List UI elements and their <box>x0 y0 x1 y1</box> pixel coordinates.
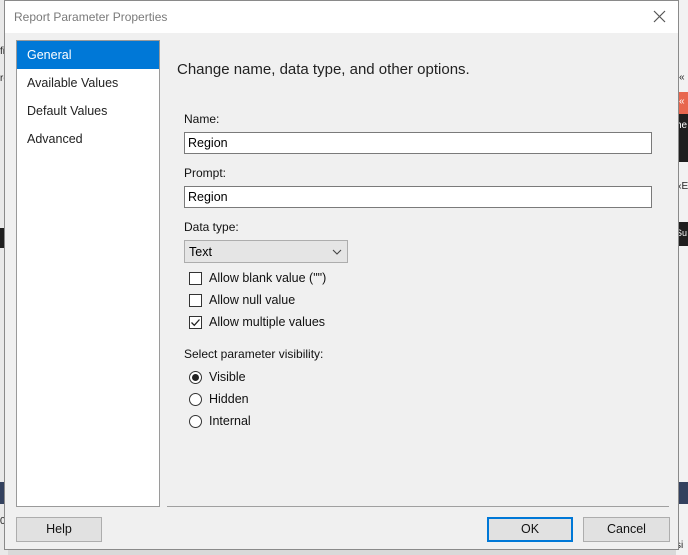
background-text: « <box>679 96 685 107</box>
allow-null-label: Allow null value <box>209 293 296 307</box>
hidden-option-label: Hidden <box>209 392 249 406</box>
allow-blank-label: Allow blank value ("") <box>209 271 327 285</box>
name-label: Name: <box>184 112 220 126</box>
name-input[interactable] <box>184 132 652 154</box>
visibility-label: Select parameter visibility: <box>184 347 324 361</box>
page-navigation-list: General Available Values Default Values … <box>16 40 160 507</box>
checkbox-box <box>189 272 202 285</box>
background-text: « <box>679 72 685 83</box>
data-type-selected-value: Text <box>189 245 212 259</box>
nav-item-default-values[interactable]: Default Values <box>17 97 159 125</box>
page-heading: Change name, data type, and other option… <box>177 61 470 78</box>
prompt-label: Prompt: <box>184 166 227 180</box>
close-icon <box>653 10 666 23</box>
visible-option-label: Visible <box>209 370 246 384</box>
prompt-input[interactable] <box>184 186 652 208</box>
data-type-dropdown[interactable]: Text <box>184 240 348 263</box>
report-parameter-properties-dialog: Report Parameter Properties General Avai… <box>4 0 679 550</box>
checkmark-icon <box>191 319 200 327</box>
radio-circle <box>189 415 202 428</box>
checkbox-box <box>189 294 202 307</box>
close-button[interactable] <box>648 5 672 29</box>
radio-circle <box>189 393 202 406</box>
ok-button[interactable]: OK <box>487 517 573 542</box>
nav-item-advanced[interactable]: Advanced <box>17 125 159 153</box>
data-type-label: Data type: <box>184 220 239 234</box>
title-bar: Report Parameter Properties <box>5 1 678 33</box>
chevron-down-icon <box>332 249 342 255</box>
checkbox-box <box>189 316 202 329</box>
cancel-button[interactable]: Cancel <box>583 517 670 542</box>
allow-multiple-label: Allow multiple values <box>209 315 326 329</box>
dialog-title: Report Parameter Properties <box>14 10 168 24</box>
nav-item-general[interactable]: General <box>17 41 159 69</box>
internal-option-label: Internal <box>209 414 251 428</box>
help-button[interactable]: Help <box>16 517 102 542</box>
radio-selected-dot <box>192 374 199 381</box>
footer-divider <box>167 506 669 507</box>
radio-circle <box>189 371 202 384</box>
nav-item-available-values[interactable]: Available Values <box>17 69 159 97</box>
